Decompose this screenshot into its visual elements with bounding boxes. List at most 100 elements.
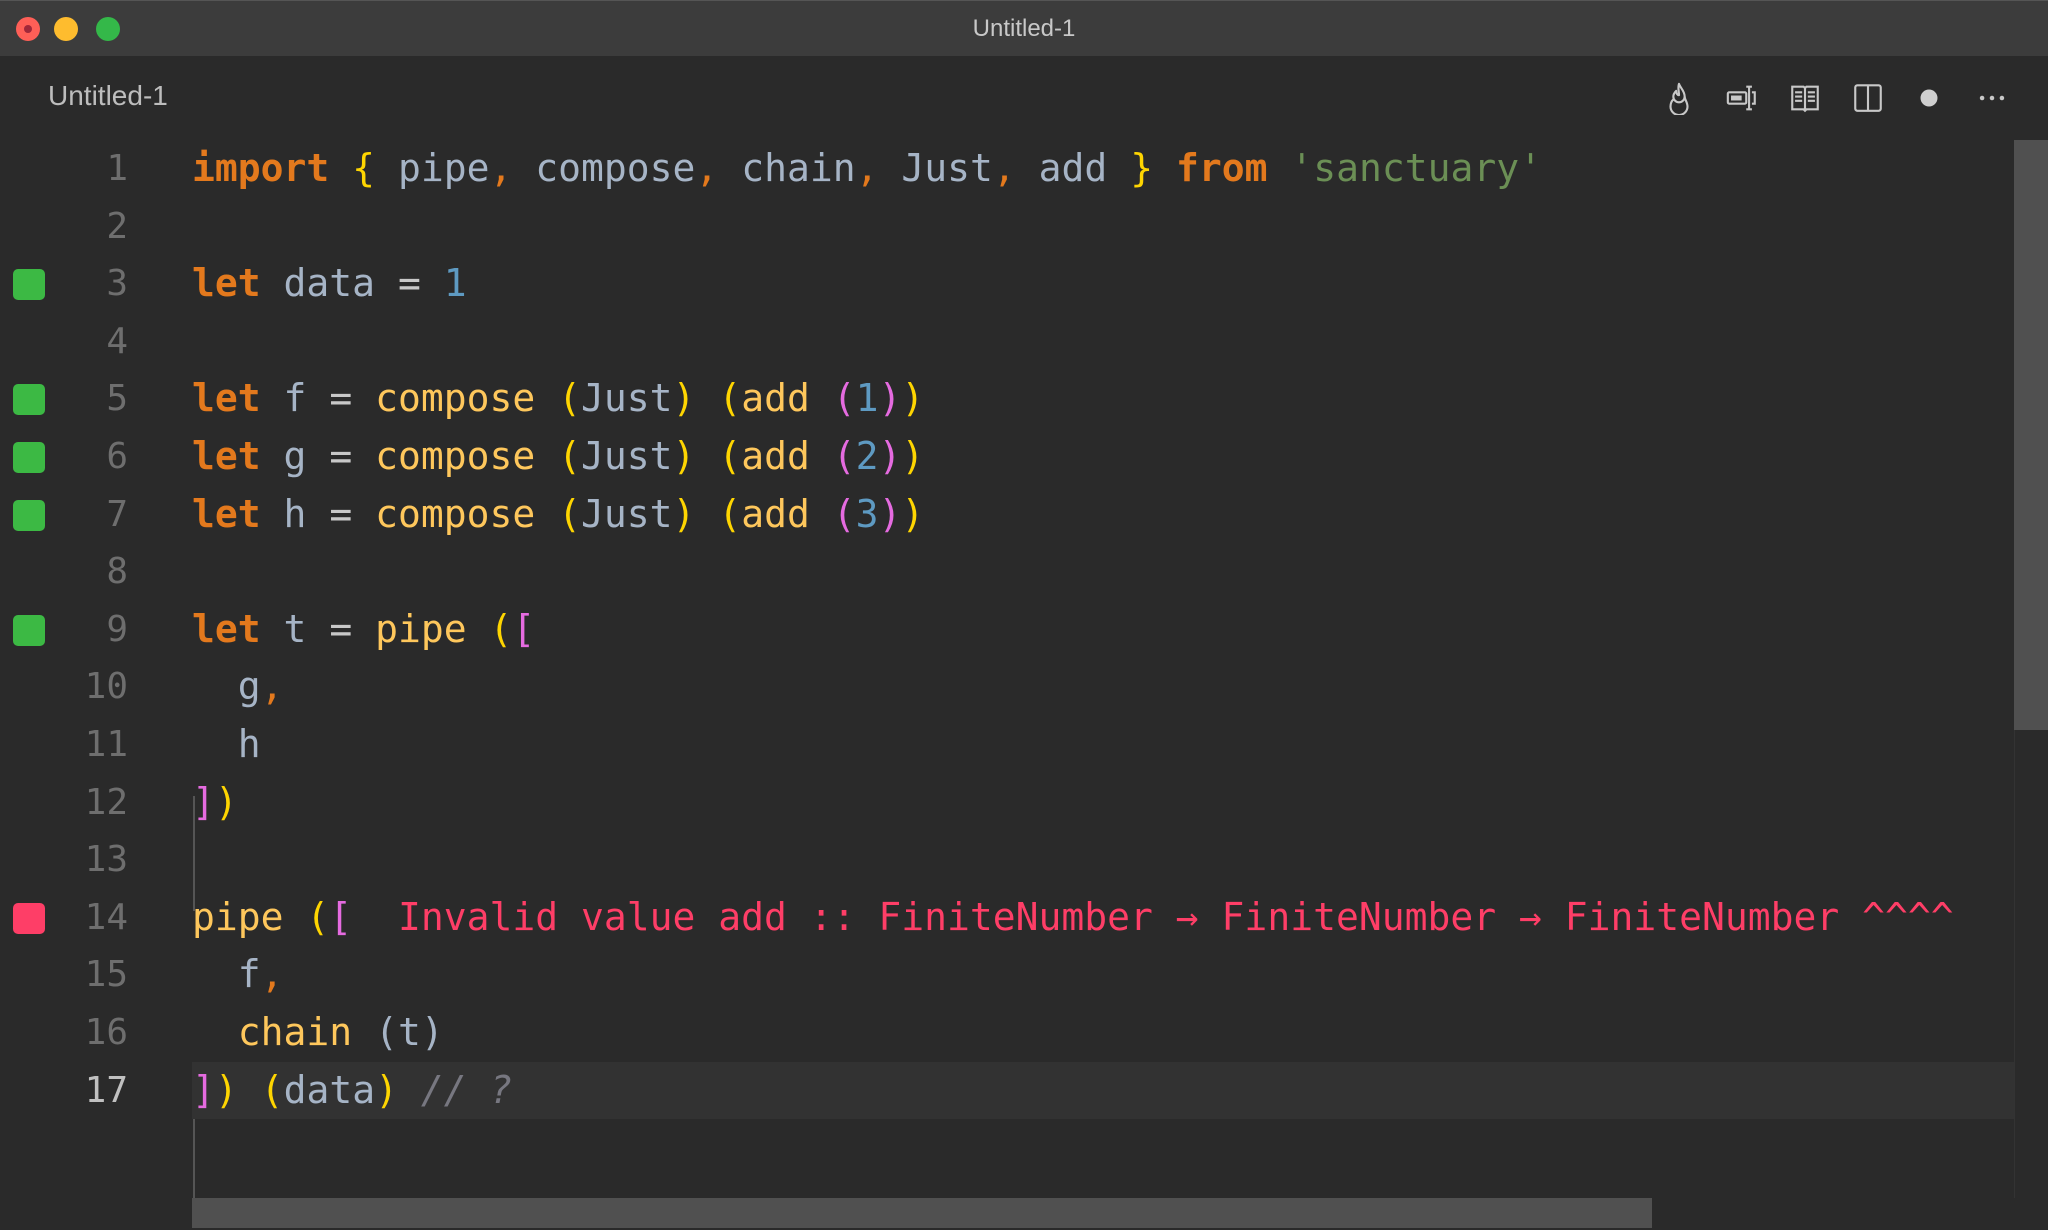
line-content: ]) [192,774,238,832]
code-token: , [992,146,1016,190]
code-line[interactable]: 11 h [0,716,2014,774]
code-token: = [329,606,353,651]
code-token: 2 [855,434,879,478]
code-token: compose [375,434,536,478]
code-token: 'sanctuary' [1290,146,1543,190]
line-number: 10 [84,666,128,708]
code-token: ( [832,491,856,536]
code-token: f [283,376,307,421]
code-token: chain [237,1010,353,1054]
code-token: ( [558,434,582,478]
code-line[interactable]: 12 ]) [0,774,2014,832]
code-token: , [260,952,284,997]
line-content: pipe ([ Invalid value add :: FiniteNumbe… [192,889,1954,947]
code-token: add [741,491,810,536]
code-token: ( [260,1067,284,1112]
code-token: ( [558,376,582,421]
line-number: 12 [84,781,128,823]
code-token: add [741,434,810,478]
code-line[interactable]: 8 [0,543,2014,601]
line-number: 7 [106,493,128,535]
code-token: ) [901,376,925,421]
code-token: from [1175,146,1268,190]
inline-error-message: Invalid value add :: FiniteNumber → Fini… [397,894,1954,939]
code-token: add [741,376,810,421]
code-editor[interactable]: 1 import { pipe, compose, chain, Just, a… [0,140,2014,1198]
code-token: let [192,606,261,651]
input-cursor-icon[interactable] [1722,78,1762,118]
code-token: ( [832,434,856,478]
code-token: [ [512,606,536,651]
code-token: ( [832,376,856,421]
line-content: let g = compose (Just) (add (2)) [192,428,924,486]
code-token: , [855,146,879,190]
code-line[interactable]: 9 let t = pipe ([ [0,601,2014,659]
code-token: Just [581,376,673,421]
code-token: pipe [375,606,467,651]
code-token: g [283,434,307,478]
code-token: ( [306,894,330,939]
code-line[interactable]: 1 import { pipe, compose, chain, Just, a… [0,140,2014,198]
code-line-current[interactable]: 17 ]) (data) // ? [0,1061,2014,1120]
evaluated-marker [13,269,45,301]
line-number: 14 [84,896,128,938]
horizontal-scrollbar-thumb[interactable] [192,1198,1652,1228]
code-token: let [192,376,261,421]
code-token: = [329,434,353,478]
line-number: 15 [84,954,128,996]
line-number: 8 [106,551,128,593]
code-line[interactable]: 13 [0,831,2014,889]
code-token: ) [672,376,696,421]
line-content: ]) (data) // ? [192,1062,512,1120]
code-token: pipe [192,894,284,939]
code-token: ) [901,491,925,536]
code-token: , [260,664,284,709]
tab-untitled-1[interactable]: Untitled-1 [48,80,168,112]
code-token: Just [901,146,993,190]
evaluated-marker [13,442,45,473]
code-token: ) [375,1067,398,1112]
more-actions-icon[interactable] [1972,78,2012,118]
code-line[interactable]: 4 [0,313,2014,371]
line-number: 16 [84,1012,128,1053]
line-number: 3 [106,263,128,305]
evaluated-marker [13,614,45,646]
split-editor-icon[interactable] [1848,78,1888,118]
evaluated-marker [13,384,45,416]
code-line[interactable]: 7 let h = compose (Just) (add (3)) [0,486,2014,544]
code-token: data [283,1067,376,1112]
code-token: [ [329,894,353,939]
vertical-scrollbar-thumb[interactable] [2014,140,2048,730]
window-titlebar: Untitled-1 [0,0,2048,56]
code-token: ) [214,1067,238,1112]
code-token: pipe [397,146,490,190]
code-token: ( [718,376,742,421]
code-token: Just [581,434,673,478]
line-content: chain (t) [192,1004,444,1062]
open-preview-icon[interactable] [1785,78,1825,118]
code-line[interactable]: 10 g, [0,658,2014,716]
code-token: ] [192,1067,215,1112]
code-token: 1 [443,261,467,306]
code-token: ( [558,491,582,536]
code-token: t [397,1010,421,1054]
code-line[interactable]: 2 [0,198,2014,256]
code-line[interactable]: 5 let f = compose (Just) (add (1)) [0,370,2014,428]
code-line[interactable]: 15 f, [0,946,2014,1004]
code-token: let [192,434,261,478]
line-number: 6 [106,436,128,477]
code-token: ) [878,376,902,421]
code-token: 3 [855,491,879,536]
code-token: ( [375,1010,398,1054]
line-content: g, [192,658,284,716]
flame-icon[interactable] [1659,78,1699,118]
code-line[interactable]: 6 let g = compose (Just) (add (2)) [0,428,2014,486]
evaluated-marker [13,499,45,531]
line-number: 11 [84,724,128,765]
code-line[interactable]: 3 let data = 1 [0,255,2014,313]
code-token: = [397,261,421,306]
unsaved-dot-icon[interactable] [1909,78,1949,118]
code-line[interactable]: 14 pipe ([ Invalid value add :: FiniteNu… [0,889,2014,947]
code-token: h [283,491,307,536]
code-line[interactable]: 16 chain (t) [0,1004,2014,1062]
